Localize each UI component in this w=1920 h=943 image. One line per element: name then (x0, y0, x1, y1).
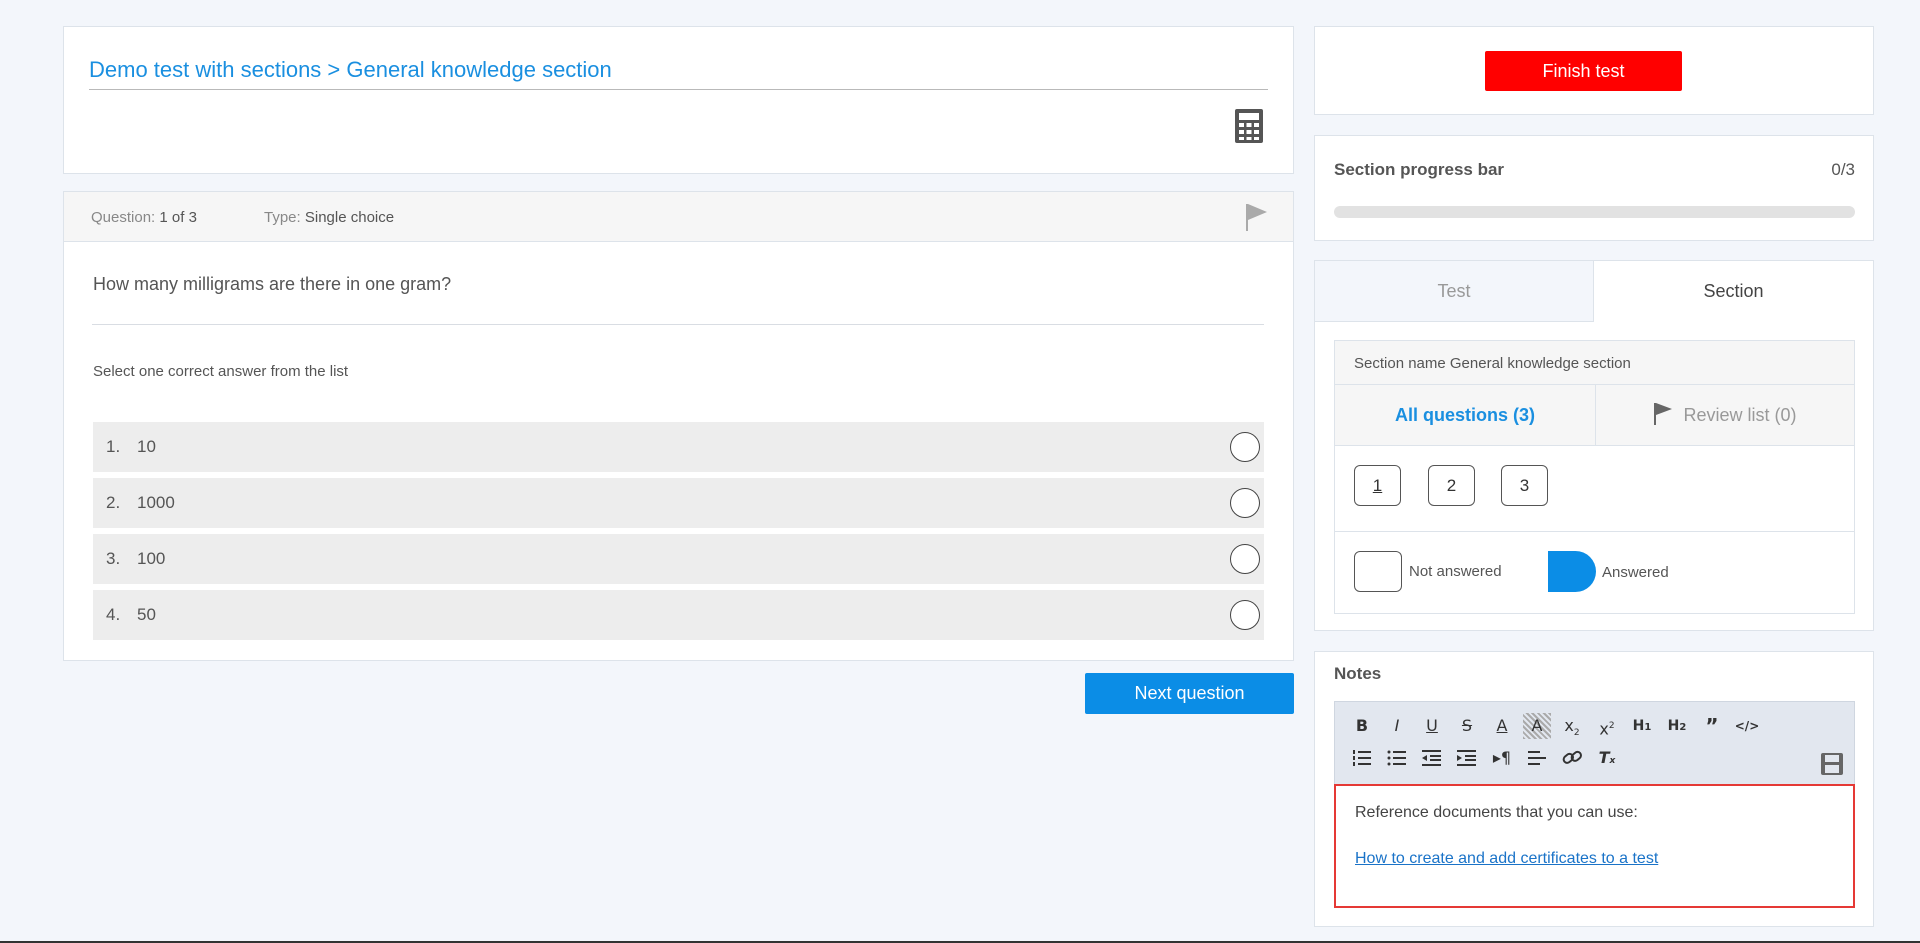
legend-not-answered-label: Not answered (1409, 563, 1502, 580)
align-icon[interactable] (1523, 745, 1551, 771)
answer-option-2[interactable]: 2. 1000 (93, 478, 1264, 528)
save-icon[interactable] (1820, 752, 1844, 776)
question-nav-1[interactable]: 1 (1354, 465, 1401, 506)
notes-text: Reference documents that you can use: (1355, 804, 1638, 821)
code-icon[interactable]: </> (1733, 713, 1761, 739)
legend-divider (1335, 531, 1854, 532)
option-number: 4. (106, 605, 121, 624)
indent-icon[interactable] (1453, 745, 1481, 771)
subscript-icon[interactable]: x2 (1558, 713, 1586, 739)
question-nav-2[interactable]: 2 (1428, 465, 1475, 506)
option-text: 50 (137, 605, 156, 624)
option-text: 10 (137, 437, 156, 456)
section-name: Section name General knowledge section (1335, 341, 1854, 385)
option-number: 1. (106, 437, 121, 456)
notes-panel: Notes B I U S A A x2 x2 H1 H2 ” </> ▸¶ T… (1314, 651, 1874, 927)
question-nav-3[interactable]: 3 (1501, 465, 1548, 506)
question-type-label: Type: (264, 209, 301, 226)
strikethrough-icon[interactable]: S (1453, 713, 1481, 739)
tab-section[interactable]: Section (1594, 261, 1873, 322)
tab-all-questions[interactable]: All questions (3) (1335, 385, 1595, 446)
progress-bar (1334, 206, 1855, 218)
option-number: 3. (106, 549, 121, 568)
answer-option-1[interactable]: 1. 10 (93, 422, 1264, 472)
question-nav-label: 3 (1519, 476, 1530, 495)
heading1-icon[interactable]: H1 (1628, 713, 1656, 739)
flag-icon (1654, 403, 1673, 426)
review-list-label: Review list (0) (1683, 405, 1797, 425)
question-nav-label: 2 (1446, 476, 1457, 495)
clear-format-icon[interactable]: Tx (1593, 745, 1621, 771)
italic-icon[interactable]: I (1383, 713, 1411, 739)
tab-test[interactable]: Test (1315, 261, 1594, 322)
question-panel: Question: 1 of 3 Type: Single choice How… (63, 191, 1294, 661)
highlight-icon[interactable]: A (1523, 713, 1551, 739)
ordered-list-icon[interactable] (1348, 745, 1376, 771)
question-number-label: Question: (91, 209, 156, 226)
certificates-link[interactable]: How to create and add certificates to a … (1355, 850, 1658, 868)
superscript-icon[interactable]: x2 (1593, 713, 1621, 739)
title-panel: Demo test with sections > General knowle… (63, 26, 1294, 174)
option-radio[interactable] (1230, 600, 1260, 630)
option-radio[interactable] (1230, 488, 1260, 518)
question-nav-label: 1 (1372, 476, 1383, 495)
question-type-value: Single choice (304, 209, 395, 226)
finish-test-button[interactable]: Finish test (1485, 51, 1682, 91)
section-box: Section name General knowledge section A… (1334, 340, 1855, 614)
bold-icon[interactable]: B (1348, 713, 1376, 739)
option-radio[interactable] (1230, 432, 1260, 462)
question-divider (92, 324, 1264, 325)
progress-count: 0/3 (1831, 160, 1855, 179)
progress-label: Section progress bar (1334, 160, 1505, 179)
finish-panel: Finish test (1314, 26, 1874, 115)
option-text: 100 (137, 549, 166, 568)
progress-panel: Section progress bar 0/3 (1314, 135, 1874, 241)
title-divider (89, 89, 1268, 90)
notes-editor[interactable]: Reference documents that you can use: Ho… (1334, 784, 1855, 908)
next-question-button[interactable]: Next question (1085, 673, 1294, 714)
question-instruction: Select one correct answer from the list (93, 363, 349, 380)
text-direction-icon[interactable]: ▸¶ (1488, 745, 1516, 771)
outdent-icon[interactable] (1418, 745, 1446, 771)
option-text: 1000 (137, 493, 175, 512)
quote-icon[interactable]: ” (1698, 713, 1726, 739)
calculator-icon[interactable] (1235, 109, 1263, 143)
answer-option-4[interactable]: 4. 50 (93, 590, 1264, 640)
question-type: Type: Single choice (264, 209, 394, 226)
option-radio[interactable] (1230, 544, 1260, 574)
question-number: Question: 1 of 3 (91, 209, 197, 226)
notes-title: Notes (1334, 664, 1382, 683)
question-header: Question: 1 of 3 Type: Single choice (64, 192, 1293, 242)
option-number: 2. (106, 493, 121, 512)
underline-icon[interactable]: U (1418, 713, 1446, 739)
link-icon[interactable] (1558, 745, 1586, 771)
text-color-icon[interactable]: A (1488, 713, 1516, 739)
page-title: Demo test with sections > General knowle… (89, 57, 612, 82)
flag-icon[interactable] (1244, 202, 1268, 232)
legend-answered-label: Answered (1602, 564, 1669, 581)
answer-option-3[interactable]: 3. 100 (93, 534, 1264, 584)
notes-toolbar: B I U S A A x2 x2 H1 H2 ” </> ▸¶ Tx (1334, 701, 1855, 784)
tab-review-list[interactable]: Review list (0) (1595, 385, 1854, 446)
question-text: How many milligrams are there in one gra… (93, 274, 452, 294)
heading2-icon[interactable]: H2 (1663, 713, 1691, 739)
question-number-value: 1 of 3 (159, 209, 197, 226)
legend-answered-swatch (1548, 551, 1596, 592)
navigation-panel: Test Section Section name General knowle… (1314, 260, 1874, 631)
bullet-list-icon[interactable] (1383, 745, 1411, 771)
legend-not-answered-swatch (1354, 551, 1402, 592)
